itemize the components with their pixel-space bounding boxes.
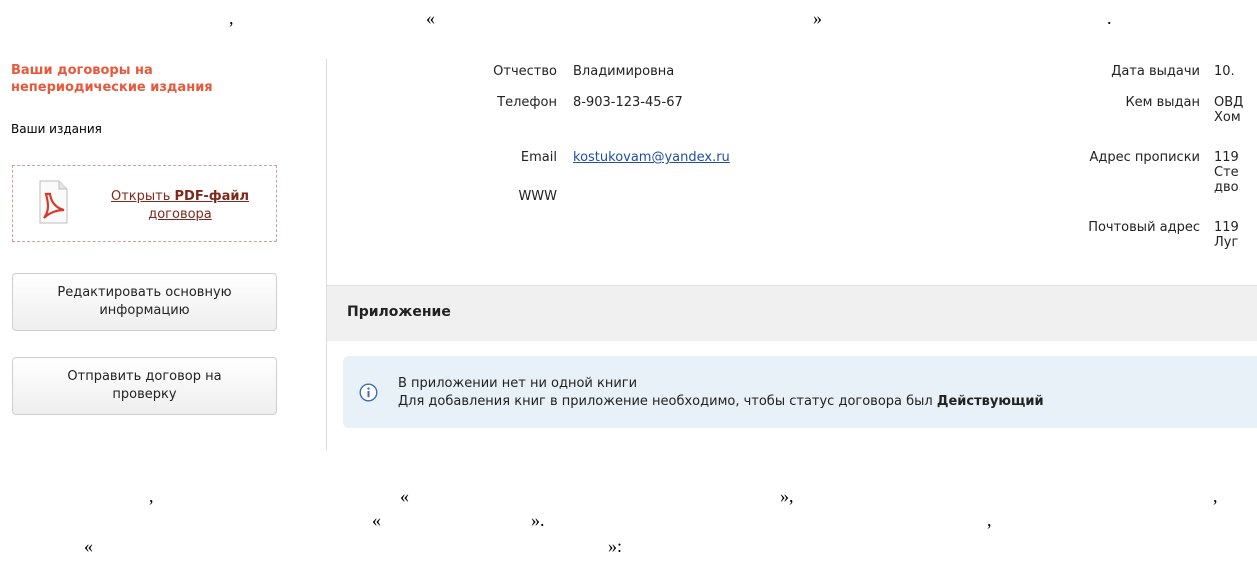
doc-comma: , [149, 486, 154, 506]
doc-comma: , [1213, 486, 1218, 506]
doc-close-quote: »: [608, 536, 623, 556]
info-status-active: Действующий [936, 394, 1044, 409]
doc-close-quote: », [780, 486, 794, 506]
info-line-requirement: Для добавления книг в приложение необход… [398, 394, 1044, 409]
doc-period: . [1107, 8, 1112, 28]
doc-close-quote: ». [531, 510, 545, 530]
pdf-file-icon [39, 180, 68, 224]
doc-close-quote: » [813, 8, 822, 28]
doc-comma: , [987, 510, 992, 530]
phone-label: Телефон [497, 95, 557, 110]
issue-date-label: Дата выдачи [1111, 64, 1200, 79]
patronymic-value: Владимировна [573, 64, 675, 79]
screenshot: Ваши договоры на непериодические издания… [0, 50, 1257, 450]
send-for-review-button[interactable]: Отправить договор на проверку [12, 357, 277, 415]
doc-comma: , [229, 8, 234, 28]
reg-address-value: 119 Сте дво [1214, 150, 1239, 195]
pdf-link-suffix: договора [148, 207, 212, 222]
send-for-review-label: Отправить договор на проверку [67, 369, 222, 402]
info-line-requirement-text: Для добавления книг в приложение необход… [398, 394, 937, 409]
info-line-empty: В приложении нет ни одной книги [398, 376, 638, 391]
doc-open-quote: « [400, 486, 409, 506]
appendix-title: Приложение [347, 304, 451, 320]
reg-address-label: Адрес прописки [1089, 150, 1200, 165]
issued-by-value: ОВД Хом [1214, 95, 1244, 125]
pdf-link-prefix: Открыть [110, 189, 175, 204]
edit-info-button[interactable]: Редактировать основную информацию [12, 273, 277, 331]
sidebar-divider [326, 59, 327, 450]
appendix-header: Приложение [327, 285, 1257, 341]
appendix-info-message: В приложении нет ни одной книги Для доба… [343, 356, 1257, 428]
www-label: WWW [518, 189, 557, 204]
email-label: Email [520, 150, 557, 165]
post-address-label: Почтовый адрес [1088, 220, 1200, 235]
pdf-download-box[interactable]: Открыть PDF-файл договора [12, 165, 277, 242]
info-icon [359, 383, 378, 402]
issue-date-value: 10. [1214, 64, 1235, 79]
pdf-link[interactable]: Открыть PDF-файл договора [95, 188, 265, 224]
edit-info-label: Редактировать основную информацию [57, 285, 232, 318]
email-link[interactable]: kostukovam@yandex.ru [573, 150, 730, 165]
pdf-link-bold: PDF-файл [174, 189, 250, 204]
doc-open-quote: « [426, 8, 435, 28]
doc-open-quote: « [372, 510, 381, 530]
post-address-value: 119 Луг [1214, 220, 1239, 250]
editions-link[interactable]: Ваши издания [11, 122, 102, 136]
phone-value: 8-903-123-45-67 [573, 95, 683, 110]
patronymic-label: Отчество [493, 64, 557, 79]
contracts-title[interactable]: Ваши договоры на непериодические издания [11, 62, 281, 96]
issued-by-label: Кем выдан [1125, 95, 1200, 110]
doc-open-quote: « [84, 536, 93, 556]
